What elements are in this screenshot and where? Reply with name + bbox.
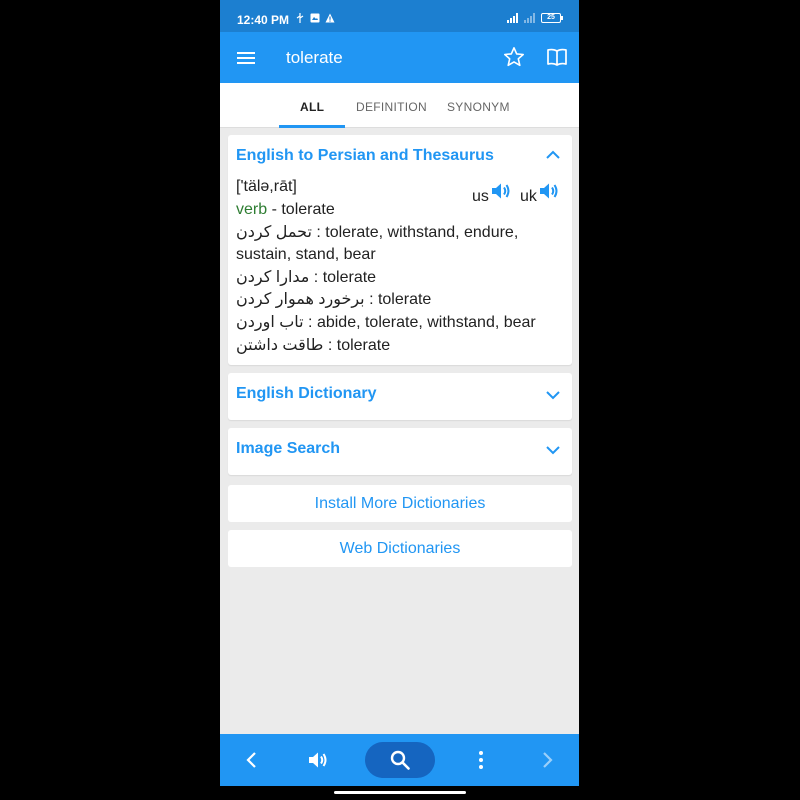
- english-dictionary-card[interactable]: English Dictionary: [228, 373, 572, 420]
- book-icon[interactable]: [545, 45, 569, 69]
- usb-icon: [296, 13, 304, 23]
- uk-label: uk: [520, 188, 537, 205]
- speaker-uk-icon[interactable]: [537, 179, 561, 203]
- app-bar: tolerate: [220, 32, 579, 83]
- tab-all[interactable]: ALL: [300, 100, 324, 114]
- more-options-icon[interactable]: [469, 748, 493, 772]
- image-search-card[interactable]: Image Search: [228, 428, 572, 475]
- status-time: 12:40 PM: [237, 13, 290, 27]
- speaker-us-icon[interactable]: [489, 179, 513, 203]
- translation-line: تاب اوردن : abide, tolerate, withstand, …: [236, 314, 536, 331]
- persian-dictionary-card: English to Persian and Thesaurus ['tälə,…: [228, 135, 572, 365]
- signal-icon: [507, 13, 518, 23]
- card-title[interactable]: Image Search: [236, 440, 340, 458]
- forward-icon[interactable]: [535, 748, 559, 772]
- web-dictionaries-button[interactable]: Web Dictionaries: [228, 530, 572, 567]
- tab-definition[interactable]: DEFINITION: [356, 100, 427, 114]
- phone-screen: 12:40 PM 25 tolerate ALL DEFINITION SYNO…: [220, 0, 579, 800]
- results-area: English to Persian and Thesaurus ['tälə,…: [220, 128, 579, 734]
- star-icon[interactable]: [502, 45, 526, 69]
- chevron-down-icon[interactable]: [544, 441, 562, 459]
- chevron-down-icon[interactable]: [544, 386, 562, 404]
- install-more-dictionaries-button[interactable]: Install More Dictionaries: [228, 485, 572, 522]
- status-bar: 12:40 PM 25: [220, 0, 579, 32]
- home-indicator[interactable]: [334, 791, 466, 794]
- audio-uk: uk: [520, 182, 561, 206]
- part-of-speech: verb: [236, 201, 268, 218]
- speaker-icon[interactable]: [306, 748, 330, 772]
- image-notification-icon: [310, 13, 320, 23]
- warning-icon: [325, 13, 335, 23]
- tab-synonym[interactable]: SYNONYM: [447, 100, 510, 114]
- search-button[interactable]: [365, 742, 435, 778]
- tab-bar: ALL DEFINITION SYNONYM: [220, 83, 579, 128]
- card-title[interactable]: English Dictionary: [236, 385, 376, 403]
- card-title[interactable]: English to Persian and Thesaurus: [236, 147, 494, 165]
- translation-line: مدارا کردن : tolerate: [236, 269, 377, 286]
- menu-icon[interactable]: [234, 46, 258, 70]
- signal-2-icon: [524, 13, 535, 23]
- audio-us: us: [472, 182, 513, 206]
- translation-line: sustain, stand, bear: [236, 246, 376, 263]
- chevron-up-icon[interactable]: [544, 146, 562, 164]
- translation-line: طاقت داشتن : tolerate: [236, 337, 391, 354]
- us-label: us: [472, 188, 489, 205]
- bottom-toolbar: [220, 734, 579, 786]
- translation-line: تحمل کردن : tolerate, withstand, endure,: [236, 224, 519, 241]
- search-icon: [390, 750, 410, 770]
- search-query[interactable]: tolerate: [286, 48, 343, 68]
- back-icon[interactable]: [240, 748, 264, 772]
- part-of-speech-line: verb - tolerate: [236, 201, 335, 218]
- battery-icon: 25: [541, 13, 563, 23]
- pronunciation: ['tälə,rāt]: [236, 178, 297, 195]
- translation-line: برخورد هموار کردن : tolerate: [236, 291, 432, 308]
